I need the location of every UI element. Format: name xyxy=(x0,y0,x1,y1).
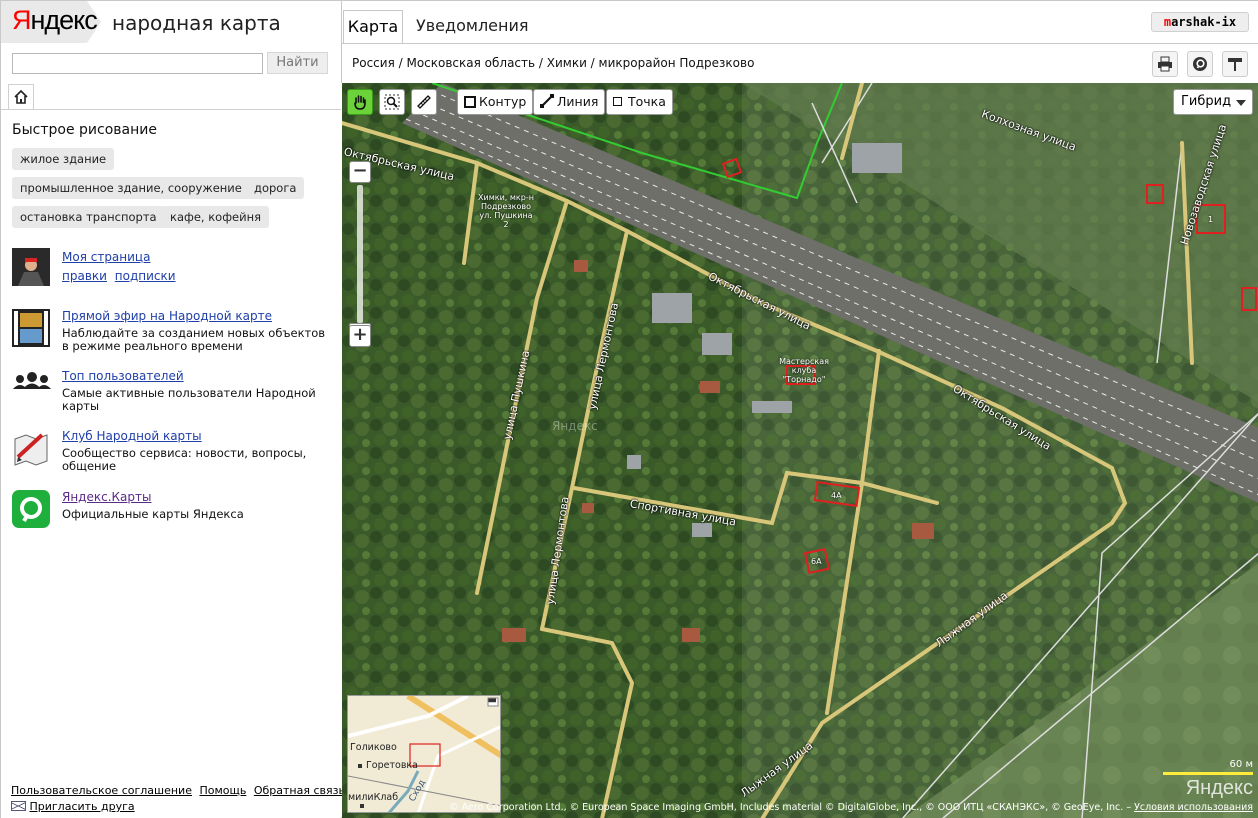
tab-map[interactable]: Карта xyxy=(343,10,403,43)
search-input[interactable] xyxy=(12,53,263,74)
point-icon xyxy=(613,97,622,106)
building-label: 4А xyxy=(831,491,842,500)
scale-bar xyxy=(1163,772,1253,775)
breadcrumb-bar: Россия / Московская область / Химки / ми… xyxy=(341,43,1258,83)
yandex-maps-small-icon xyxy=(1193,57,1207,71)
layer-select[interactable]: Гибрид xyxy=(1173,89,1253,115)
my-page-link[interactable]: Моя страница xyxy=(62,250,150,264)
chevron-down-icon xyxy=(1236,100,1246,106)
map-pen-icon xyxy=(12,429,50,467)
left-panel: Яндекс народная карта Найти Быстрое рисо… xyxy=(1,1,345,818)
envelope-icon xyxy=(11,801,26,811)
live-feed-link[interactable]: Прямой эфир на Народной карте xyxy=(62,309,272,323)
list-item: Яндекс.Карты Официальные карты Яндекса xyxy=(12,490,332,530)
club-desc: Сообщество сервиса: новости, вопросы, об… xyxy=(62,446,307,473)
agreement-link[interactable]: Пользовательское соглашение xyxy=(11,784,192,797)
line-icon xyxy=(540,94,554,108)
film-icon xyxy=(12,309,50,347)
yandex-maps-button[interactable] xyxy=(1187,51,1213,77)
ruler-icon xyxy=(417,95,431,109)
club-link[interactable]: Клуб Народной карты xyxy=(62,429,202,443)
pan-tool[interactable] xyxy=(347,89,373,115)
terms-link[interactable]: Условия использования xyxy=(1134,802,1253,813)
app-title: народная карта xyxy=(112,11,281,35)
list-item: Прямой эфир на Народной карте Наблюдайте… xyxy=(12,309,332,353)
zoom-area-tool[interactable] xyxy=(379,89,405,115)
copyright-text: © Aero Corporation Ltd., © European Spac… xyxy=(449,802,1132,813)
building-label: Мастерская клуба "Торнадо" xyxy=(779,357,829,384)
feedback-link[interactable]: Обратная связь xyxy=(254,784,345,797)
tab-divider xyxy=(1,109,341,110)
point-tool[interactable]: Точка xyxy=(606,89,673,115)
point-label: Точка xyxy=(628,94,666,109)
building-label: 1 xyxy=(1208,215,1214,224)
yandex-maps-desc: Официальные карты Яндекса xyxy=(62,507,244,521)
layer-select-value: Гибрид xyxy=(1181,94,1232,109)
tab-notifications[interactable]: Уведомления xyxy=(416,16,529,35)
invite-row: Пригласить друга xyxy=(11,800,139,813)
top-users-desc: Самые активные пользователи Народной кар… xyxy=(62,386,316,413)
footer-links: Пользовательское соглашение Помощь Обрат… xyxy=(11,784,349,797)
map-copyright: © Aero Corporation Ltd., © European Spac… xyxy=(449,802,1253,813)
home-icon xyxy=(14,89,28,104)
minimap-label: Голиково xyxy=(350,742,397,753)
scale-label: 60 м xyxy=(1229,759,1253,770)
minimap-label: милиКлаб xyxy=(348,792,399,803)
chip-road[interactable]: дорога xyxy=(246,177,305,199)
logo-rest: ндекс xyxy=(30,5,98,35)
line-tool[interactable]: Линия xyxy=(533,89,606,115)
zoom-in-button[interactable]: + xyxy=(349,325,371,347)
user-badge[interactable]: marshak-ix xyxy=(1151,12,1249,32)
minimap[interactable]: Голиково Горетовка милиКлаб Сход ▬ xyxy=(347,695,501,813)
paint-roller-icon xyxy=(1228,58,1242,71)
subscriptions-link[interactable]: подписки xyxy=(115,269,176,283)
chip-industrial[interactable]: промышленное здание, сооружение xyxy=(12,177,250,199)
building-label: 6А xyxy=(811,557,822,566)
chip-cafe[interactable]: кафе, кофейня xyxy=(162,206,270,228)
contour-label: Контур xyxy=(479,94,527,109)
user-first-letter: m xyxy=(1163,15,1172,29)
invite-friend-link[interactable]: Пригласить друга xyxy=(30,800,135,813)
map-yandex-logo: Яндекс xyxy=(1185,777,1253,799)
map-view[interactable]: Октябрьская улица Октябрьская улица Октя… xyxy=(342,83,1258,818)
magnifier-icon xyxy=(384,94,400,110)
tab-home[interactable] xyxy=(8,84,34,109)
zoom-out-button[interactable]: − xyxy=(349,161,371,183)
search-button[interactable]: Найти xyxy=(267,52,328,74)
top-bar: Карта Уведомления marshak-ix xyxy=(341,1,1258,43)
print-button[interactable] xyxy=(1152,51,1178,77)
logo-first-letter: Я xyxy=(12,5,31,35)
chip-transport-stop[interactable]: остановка транспорта xyxy=(12,206,165,228)
chip-residential[interactable]: жилое здание xyxy=(12,148,115,170)
help-link[interactable]: Помощь xyxy=(199,784,246,797)
map-watermark: Яндекс xyxy=(552,419,598,433)
contour-icon xyxy=(464,96,476,108)
hand-icon xyxy=(354,95,366,110)
top-users-link[interactable]: Топ пользователей xyxy=(62,369,184,383)
building-label: Химки, мкр-н Подрезково ул. Пушкина 2 xyxy=(478,193,534,229)
minimap-label: Горетовка xyxy=(366,760,418,771)
paint-roller-button[interactable] xyxy=(1222,51,1248,77)
zoom-control: − + xyxy=(349,161,371,347)
list-item: Топ пользователей Самые активные пользов… xyxy=(12,369,332,413)
yandex-logo[interactable]: Яндекс xyxy=(12,5,98,36)
printer-icon xyxy=(1158,56,1172,72)
list-item: Клуб Народной карты Сообщество сервиса: … xyxy=(12,429,332,473)
minimap-collapse-button[interactable]: ▬ xyxy=(488,696,497,706)
edits-link[interactable]: правки xyxy=(62,269,107,283)
yandex-maps-icon xyxy=(12,490,50,528)
contour-tool[interactable]: Контур xyxy=(457,89,534,115)
live-feed-desc: Наблюдайте за созданием новых объектов в… xyxy=(62,326,326,353)
yandex-maps-link[interactable]: Яндекс.Карты xyxy=(62,490,151,504)
avatar[interactable] xyxy=(12,248,50,286)
breadcrumb: Россия / Московская область / Химки / ми… xyxy=(352,56,755,70)
user-name-rest: arshak-ix xyxy=(1171,15,1237,29)
zoom-slider-track[interactable] xyxy=(349,185,371,329)
quick-draw-title: Быстрое рисование xyxy=(12,122,157,138)
users-icon xyxy=(12,369,51,407)
ruler-tool[interactable] xyxy=(411,89,437,115)
line-label: Линия xyxy=(557,94,599,109)
